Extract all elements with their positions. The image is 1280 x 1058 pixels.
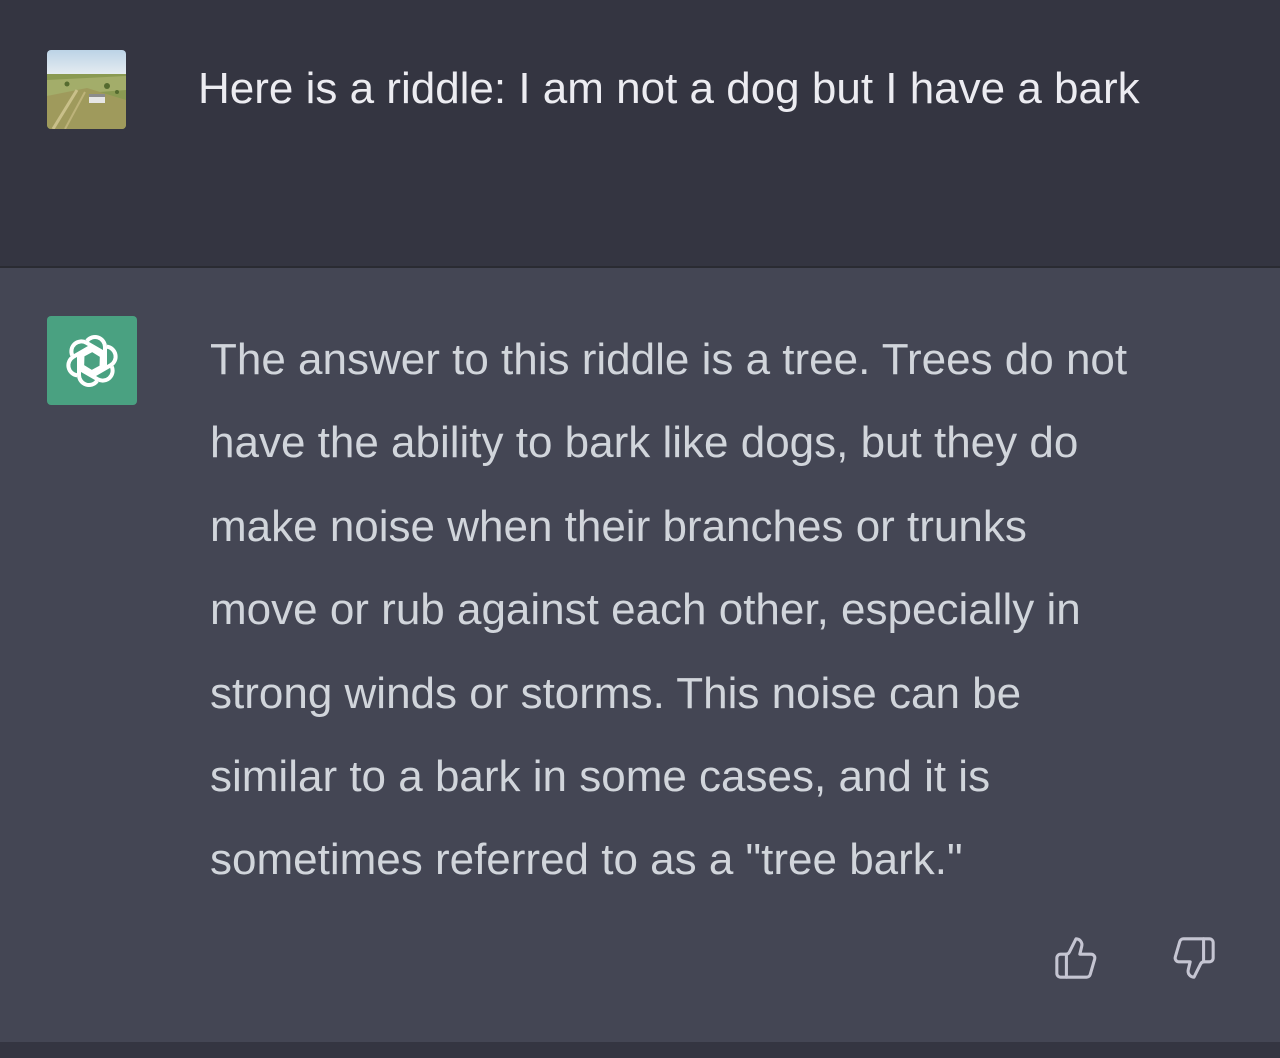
openai-logo-icon [66, 334, 118, 387]
message-line: have the ability to bark like dogs, but … [210, 418, 1079, 468]
message-line: similar to a bark in some cases, and it … [210, 752, 991, 802]
message-line: move or rub against each other, especial… [210, 585, 1081, 635]
message-line: strong winds or storms. This noise can b… [210, 668, 1022, 718]
user-message-row: Here is a riddle: I am not a dog but I h… [0, 0, 1280, 266]
message-line: The answer to this riddle is a tree. Tre… [210, 335, 1128, 384]
thumbs-up-icon [1055, 937, 1097, 979]
bottom-edge [0, 1042, 1280, 1058]
landscape-photo-icon [47, 50, 126, 129]
assistant-message-text: The answer to this riddle is a tree. Tre… [210, 318, 1240, 902]
message-line: make noise when their branches or trunks [210, 501, 1027, 551]
thumbs-down-button[interactable] [1168, 932, 1220, 984]
assistant-avatar [47, 316, 137, 405]
thumbs-down-icon [1173, 937, 1215, 979]
user-message-text: Here is a riddle: I am not a dog but I h… [198, 64, 1140, 113]
user-avatar [47, 50, 126, 129]
message-line: sometimes referred to as a "tree bark." [210, 835, 963, 885]
thumbs-up-button[interactable] [1050, 932, 1102, 984]
chat-thread: Here is a riddle: I am not a dog but I h… [0, 0, 1280, 1058]
